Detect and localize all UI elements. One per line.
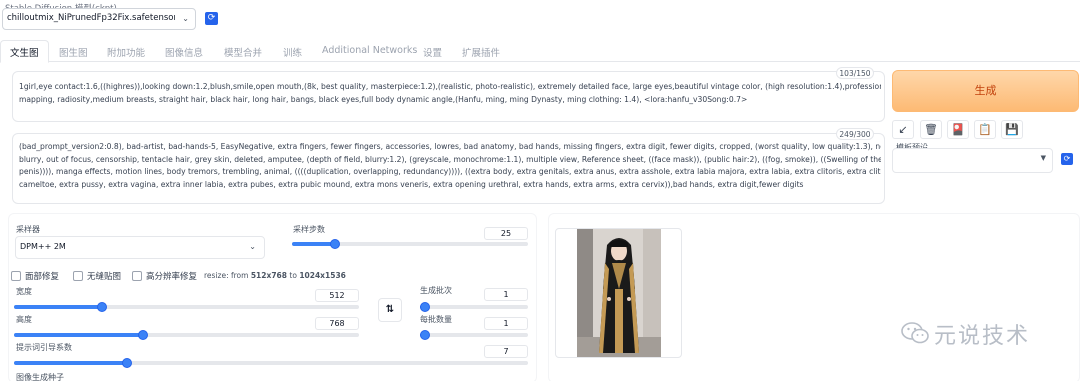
- resize-prefix: resize: from: [204, 271, 249, 280]
- clipboard-icon[interactable]: 📋: [974, 120, 996, 139]
- swap-dimensions-icon[interactable]: ⇅: [378, 298, 402, 322]
- generated-portrait-image: [577, 229, 661, 357]
- refresh-icon[interactable]: ⟳: [205, 12, 218, 25]
- tab-img2img[interactable]: 图生图: [59, 45, 88, 59]
- batch-size-slider[interactable]: [420, 330, 528, 340]
- tab-additional-networks[interactable]: Additional Networks: [322, 45, 417, 56]
- width-slider-fill: [14, 305, 102, 309]
- face-restore-label: 面部修复: [25, 272, 60, 282]
- cfg-scale-slider-fill: [14, 361, 127, 365]
- cfg-scale-slider-thumb[interactable]: [121, 358, 132, 368]
- cfg-scale-input[interactable]: 7: [484, 345, 528, 358]
- negative-prompt-line: penis)))), manga effects, motion lines, …: [19, 167, 881, 177]
- tab-extensions[interactable]: 扩展插件: [462, 45, 500, 59]
- batch-count-slider[interactable]: [420, 302, 528, 312]
- negative-prompt-line: (bad_prompt_version2:0.8), bad-artist, b…: [19, 142, 881, 151]
- negative-prompt-token-counter: 249/300: [836, 128, 874, 140]
- batch-size-label: 每批数量: [420, 315, 452, 324]
- tab-settings[interactable]: 设置: [423, 45, 442, 59]
- generate-button[interactable]: 生成: [892, 70, 1079, 112]
- resize-to-word: to: [289, 271, 297, 280]
- tab-extras[interactable]: 附加功能: [107, 45, 145, 59]
- seed-label: 图像生成种子: [16, 373, 64, 381]
- negative-prompt-textarea[interactable]: (bad_prompt_version2:0.8), bad-artist, b…: [12, 133, 885, 204]
- sampler-label: 采样器: [16, 225, 40, 234]
- tab-bar: [0, 40, 1080, 62]
- wechat-icon: [901, 322, 929, 344]
- face-restore-checkbox[interactable]: [11, 271, 21, 281]
- tiling-label: 无缝贴图: [87, 272, 122, 282]
- chevron-down-icon: ⌄: [249, 242, 256, 251]
- negative-prompt-line: blurry, out of focus, censorship, tentac…: [19, 154, 881, 164]
- prompt-line: mapping, radiosity,medium breasts, strai…: [19, 94, 748, 104]
- tab-checkpoint-merger[interactable]: 模型合并: [224, 45, 262, 59]
- tab-train[interactable]: 训练: [283, 45, 302, 59]
- resize-from: 512x768: [250, 271, 287, 280]
- width-slider[interactable]: [14, 302, 359, 312]
- hires-fix-checkbox[interactable]: [132, 271, 142, 281]
- steps-slider-thumb[interactable]: [329, 239, 340, 249]
- model-select[interactable]: chilloutmix_NiPrunedFp32Fix.safetensors …: [2, 8, 196, 30]
- steps-input[interactable]: 25: [484, 227, 528, 240]
- height-slider-fill: [14, 333, 144, 337]
- sampler-value: DPM++ 2M: [20, 242, 66, 251]
- width-label: 宽度: [16, 287, 32, 296]
- batch-size-input[interactable]: 1: [484, 317, 528, 330]
- resize-info: resize: from 512x768 to 1024x1536: [204, 271, 346, 280]
- sampler-select[interactable]: DPM++ 2M ⌄: [15, 236, 265, 259]
- steps-slider-fill: [292, 242, 335, 246]
- height-label: 高度: [16, 315, 32, 324]
- width-input[interactable]: 512: [315, 289, 359, 302]
- tab-png-info[interactable]: 图像信息: [165, 45, 203, 59]
- model-select-value: chilloutmix_NiPrunedFp32Fix.safetensors …: [7, 13, 175, 23]
- cfg-scale-slider[interactable]: [14, 358, 528, 368]
- batch-size-slider-thumb[interactable]: [420, 330, 430, 340]
- prompt-line: 1girl,eye contact:1.6,((highres)),lookin…: [19, 82, 881, 91]
- steps-label: 采样步数: [293, 225, 325, 234]
- styles-select[interactable]: ▼: [892, 148, 1053, 173]
- trash-icon[interactable]: 🗑: [920, 120, 942, 139]
- batch-count-input[interactable]: 1: [484, 288, 528, 301]
- hires-fix-label: 高分辨率修复: [146, 272, 198, 282]
- arrow-icon[interactable]: ↙: [892, 120, 914, 139]
- prompt-textarea[interactable]: 1girl,eye contact:1.6,((highres)),lookin…: [12, 71, 885, 122]
- chevron-down-icon: ▼: [1040, 154, 1046, 162]
- red-card-icon[interactable]: 🎴: [947, 120, 969, 139]
- height-input[interactable]: 768: [315, 317, 359, 330]
- steps-slider[interactable]: [292, 239, 528, 249]
- tiling-checkbox[interactable]: [73, 271, 83, 281]
- height-slider[interactable]: [14, 330, 359, 340]
- watermark-text: 元说技术: [934, 324, 1031, 349]
- negative-prompt-line: cameltoe, extra pussy, extra vagina, ext…: [19, 179, 804, 189]
- chevron-down-icon: ⌄: [182, 14, 189, 23]
- refresh-icon[interactable]: ⟳: [1061, 153, 1073, 165]
- cfg-scale-label: 提示词引导系数: [16, 343, 72, 352]
- resize-to: 1024x1536: [299, 271, 346, 280]
- batch-count-slider-thumb[interactable]: [420, 302, 430, 312]
- prompt-token-counter: 103/150: [836, 67, 874, 79]
- watermark: 元说技术: [900, 316, 1060, 349]
- batch-count-label: 生成批次: [420, 286, 452, 295]
- output-image[interactable]: [577, 229, 661, 357]
- save-icon[interactable]: 💾: [1001, 120, 1023, 139]
- tab-txt2img[interactable]: 文生图: [10, 45, 39, 59]
- width-slider-thumb[interactable]: [96, 302, 107, 312]
